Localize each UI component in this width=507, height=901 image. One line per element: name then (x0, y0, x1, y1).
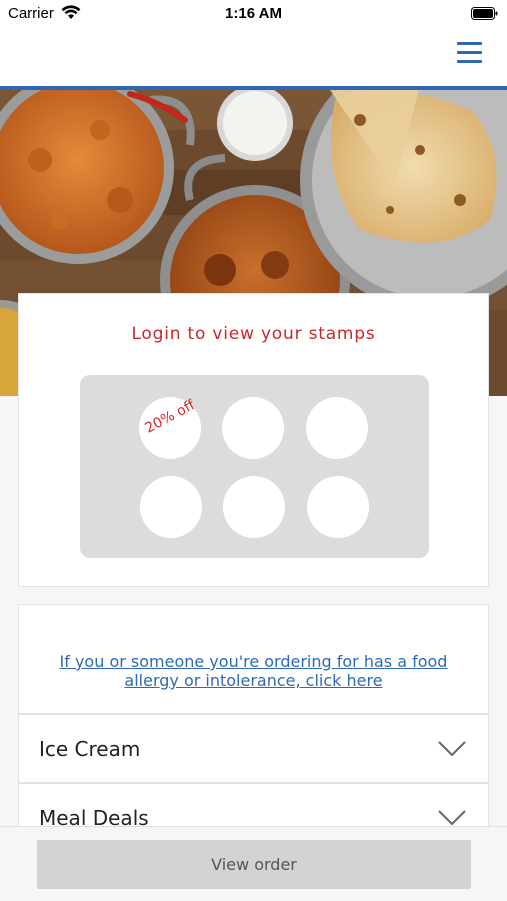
stamp-slot (223, 476, 285, 538)
stamp-slot (306, 397, 368, 459)
stamp-panel: 20% off (80, 375, 429, 558)
hamburger-menu-icon[interactable] (455, 40, 483, 66)
view-order-button[interactable]: View order (37, 840, 471, 889)
status-bar: Carrier 1:16 AM (0, 0, 507, 30)
stamp-reward-label: 20% off (142, 397, 198, 437)
battery-icon (471, 7, 498, 20)
chevron-down-icon (438, 741, 466, 757)
allergy-card: If you or someone you're ordering for ha… (18, 604, 489, 714)
stamp-card[interactable]: Login to view your stamps 20% off (18, 293, 489, 587)
clock: 1:16 AM (225, 5, 282, 22)
category-row-ice-cream[interactable]: Ice Cream (18, 714, 489, 783)
stamp-slot (222, 397, 284, 459)
allergy-info-link[interactable]: If you or someone you're ordering for ha… (39, 652, 468, 690)
bottom-bar: View order (0, 826, 507, 901)
category-label: Ice Cream (39, 737, 141, 761)
chevron-down-icon (438, 810, 466, 826)
stamp-slot (307, 476, 369, 538)
stamp-slot (140, 476, 202, 538)
stamp-card-title[interactable]: Login to view your stamps (19, 324, 488, 344)
app-header (0, 30, 507, 86)
stamp-reward: 20% off (139, 397, 201, 459)
